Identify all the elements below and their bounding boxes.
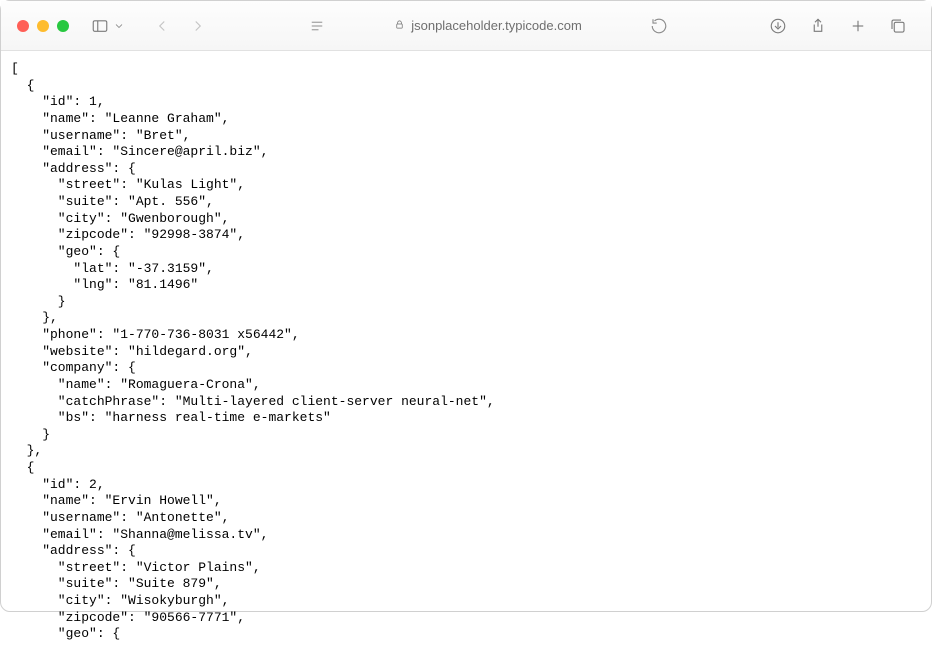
tabs-icon[interactable] <box>887 15 909 37</box>
share-icon[interactable] <box>807 15 829 37</box>
chevron-down-icon[interactable] <box>113 15 125 37</box>
downloads-icon[interactable] <box>767 15 789 37</box>
window-controls <box>17 20 69 32</box>
close-icon[interactable] <box>17 20 29 32</box>
forward-icon[interactable] <box>187 15 209 37</box>
reload-icon[interactable] <box>648 15 670 37</box>
reader-icon[interactable] <box>306 15 328 37</box>
sidebar-icon[interactable] <box>89 15 111 37</box>
lock-icon <box>394 18 405 33</box>
plus-icon[interactable] <box>847 15 869 37</box>
browser-toolbar: jsonplaceholder.typicode.com <box>1 1 931 51</box>
page-content-json: [ { "id": 1, "name": "Leanne Graham", "u… <box>1 51 931 653</box>
fullscreen-icon[interactable] <box>57 20 69 32</box>
minimize-icon[interactable] <box>37 20 49 32</box>
address-host: jsonplaceholder.typicode.com <box>411 18 582 33</box>
address-bar[interactable]: jsonplaceholder.typicode.com <box>298 12 678 40</box>
back-icon[interactable] <box>151 15 173 37</box>
